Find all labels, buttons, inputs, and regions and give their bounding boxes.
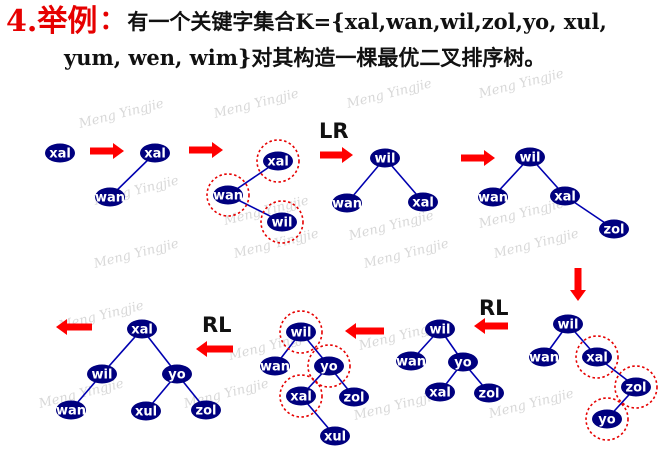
watermark-text: Meng Yingjie	[344, 76, 433, 112]
tree-node-wan: wan	[56, 400, 86, 420]
watermark-text: Meng Yingjie	[491, 226, 580, 262]
node-label: xal	[290, 390, 312, 405]
tree-node-zol: zol	[339, 387, 369, 407]
tree-node-zol: zol	[191, 400, 221, 420]
tree-node-wil: wil	[87, 364, 117, 384]
tree-node-wan: wan	[332, 193, 362, 213]
node-label: zol	[479, 387, 500, 402]
watermark-text: Meng Yingjie	[76, 96, 165, 132]
tree-node-wan: wan	[260, 356, 290, 376]
watermark-text: Meng Yingjie	[346, 208, 435, 244]
tree-node-xal: xal	[408, 192, 438, 212]
step-arrow	[320, 147, 353, 163]
step-arrow	[189, 142, 223, 158]
node-label: xal	[267, 155, 289, 170]
node-label: zol	[604, 223, 625, 238]
step-arrow	[461, 150, 495, 166]
node-label: zol	[344, 391, 365, 406]
node-label: wan	[478, 191, 508, 206]
tree-step-6: wil wan xal zol yo	[529, 314, 658, 441]
node-label: yo	[168, 368, 185, 383]
tree-node-wan: wan	[95, 187, 125, 207]
tree-node-xal: xal	[425, 382, 455, 402]
node-label: wil	[291, 326, 312, 341]
node-label: wan	[213, 189, 243, 204]
watermark-text: Meng Yingjie	[361, 236, 450, 272]
tree-node-yo: yo	[448, 352, 478, 372]
tree-node-yo: yo	[585, 397, 629, 441]
tree-node-zol: zol	[599, 219, 629, 239]
tree-step-1: xal	[45, 143, 75, 163]
avl-construction-diagram: Meng Yingjie Meng Yingjie Meng Yingjie Meng…	[36, 66, 658, 446]
tree-node-wan: wan	[529, 347, 559, 367]
node-label: xal	[49, 147, 71, 162]
tree-node-zol: zol	[614, 365, 658, 409]
node-label: wil	[430, 323, 451, 338]
node-label: wan	[332, 197, 362, 212]
node-label: wil	[558, 318, 579, 333]
tree-node-yo: yo	[162, 364, 192, 384]
tree-node-xal: xal	[256, 139, 300, 183]
node-label: yo	[454, 356, 471, 371]
node-label: xal	[554, 190, 576, 205]
tree-node-xal: xal	[127, 319, 157, 339]
node-label: zol	[626, 381, 647, 396]
node-label: xal	[429, 386, 451, 401]
tree-node-wan: wan	[206, 173, 250, 217]
tree-step-3: xal wan wil	[206, 139, 304, 244]
node-label: xal	[144, 147, 166, 162]
node-label: yo	[320, 360, 337, 375]
node-label: xul	[324, 430, 346, 445]
tree-node-xal: xal	[575, 335, 619, 379]
node-label: zol	[196, 404, 217, 419]
tree-node-xul: xul	[131, 401, 161, 421]
step-arrow	[474, 318, 508, 334]
watermark-text: Meng Yingjie	[211, 86, 300, 122]
node-label: xal	[586, 351, 608, 366]
tree-node-xal: xal	[550, 186, 580, 206]
node-label: xal	[131, 323, 153, 338]
node-label: wil	[272, 216, 293, 231]
node-label: wil	[92, 368, 113, 383]
step-arrow	[196, 341, 233, 357]
node-label: wil	[375, 152, 396, 167]
watermark-text: Meng Yingjie	[476, 66, 565, 102]
rotation-label-rl: RL	[479, 296, 509, 320]
tree-node-wil: wil	[515, 147, 545, 167]
node-label: xul	[135, 405, 157, 420]
node-label: wan	[260, 360, 290, 375]
step-arrow	[570, 268, 586, 301]
rotation-label-rl: RL	[202, 313, 232, 337]
tree-node-wil: wil	[370, 148, 400, 168]
step-arrow	[90, 143, 124, 159]
node-label: wan	[529, 351, 559, 366]
node-label: wan	[396, 355, 426, 370]
node-label: xal	[412, 196, 434, 211]
node-label: wil	[520, 151, 541, 166]
node-label: wan	[95, 191, 125, 206]
tree-node-xul: xul	[320, 426, 350, 446]
watermark-text: Meng Yingjie	[231, 226, 320, 262]
node-label: wan	[56, 404, 86, 419]
tree-node-zol: zol	[474, 383, 504, 403]
node-label: yo	[598, 413, 615, 428]
tree-node-wil: wil	[425, 319, 455, 339]
tree-node-wan: wan	[396, 351, 426, 371]
tree-node-wil: wil	[553, 314, 583, 334]
watermark-text: Meng Yingjie	[91, 236, 180, 272]
tree-step-9: xal wil yo wan xul zol	[56, 319, 221, 421]
rotation-label-lr: LR	[319, 119, 349, 143]
tree-node-wan: wan	[478, 187, 508, 207]
tree-node-xal: xal	[45, 143, 75, 163]
tree-node-xal: xal	[140, 143, 170, 163]
